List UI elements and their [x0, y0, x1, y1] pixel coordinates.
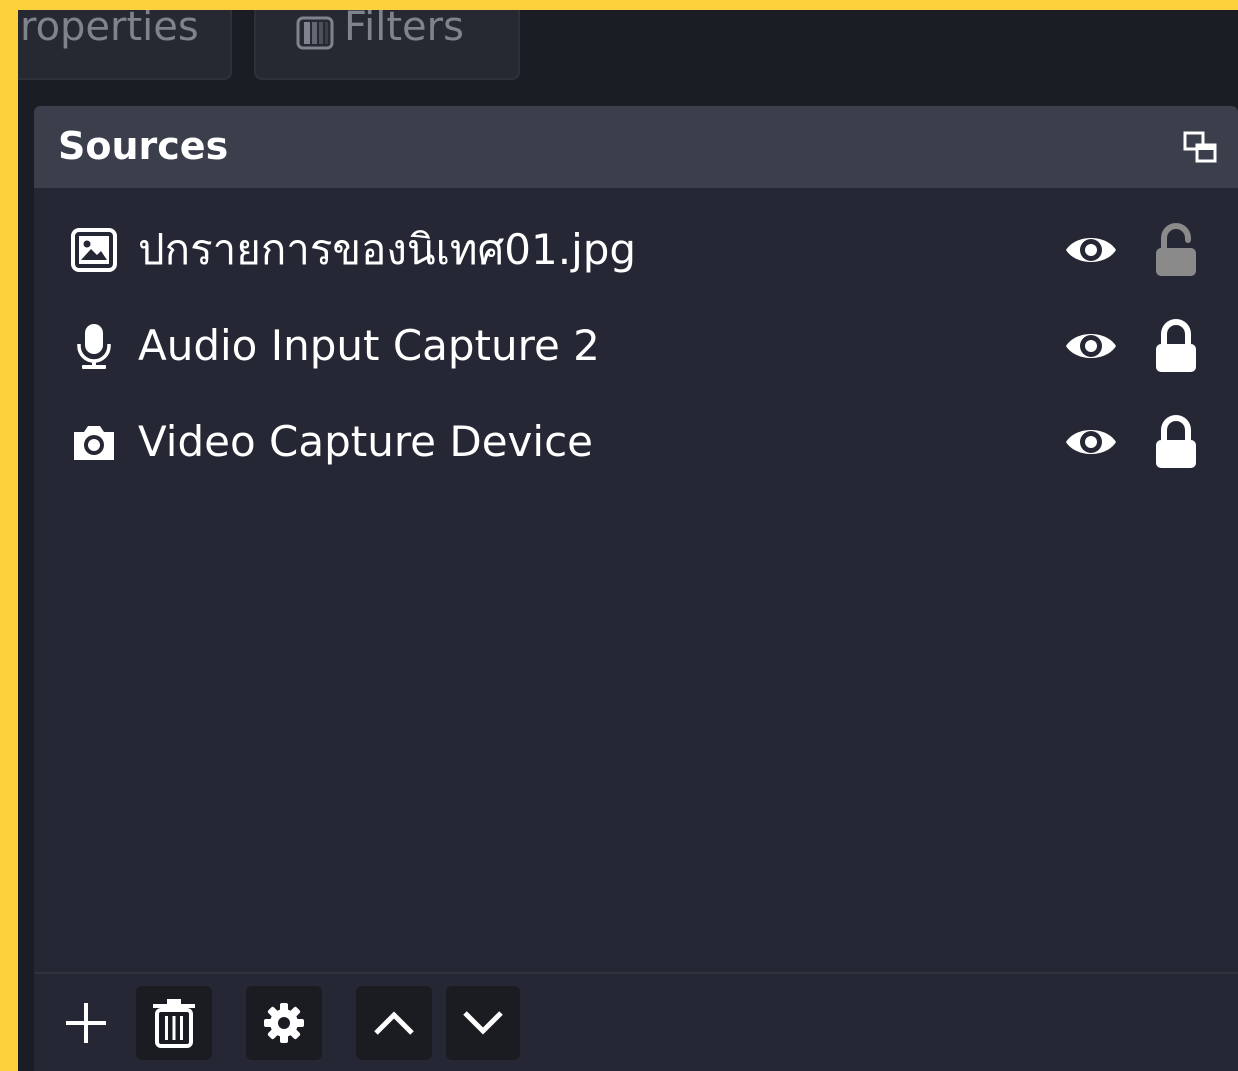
- filter-icon: [296, 16, 334, 50]
- source-row[interactable]: Audio Input Capture 2: [34, 298, 1238, 394]
- source-row[interactable]: Video Capture Device: [34, 394, 1238, 490]
- microphone-icon: [77, 324, 111, 369]
- plus-icon: [66, 1003, 106, 1043]
- camera-icon: [74, 426, 114, 460]
- source-name: Audio Input Capture 2: [138, 321, 600, 370]
- move-down-button[interactable]: [446, 986, 520, 1060]
- lock-icon[interactable]: [1154, 318, 1198, 374]
- sources-dock: Sources ปกรายการของนิเทศ01.jpg Audio Inp…: [34, 106, 1238, 1071]
- move-up-button[interactable]: [356, 986, 432, 1060]
- dock-header: Sources: [34, 106, 1238, 188]
- source-properties-button[interactable]: [246, 986, 322, 1060]
- chevron-down-icon: [463, 1011, 503, 1035]
- source-name: ปกรายการของนิเทศ01.jpg: [138, 225, 637, 274]
- trash-icon: [153, 999, 195, 1048]
- eye-icon[interactable]: [1064, 228, 1118, 272]
- unlock-icon[interactable]: [1154, 222, 1198, 278]
- remove-source-button[interactable]: [136, 986, 212, 1060]
- tab-properties[interactable]: roperties: [18, 10, 232, 80]
- obs-window: roperties Filters Sources ปกรายการของนิเ…: [18, 10, 1238, 1071]
- sources-list: ปกรายการของนิเทศ01.jpg Audio Input Captu…: [34, 202, 1238, 490]
- eye-icon[interactable]: [1064, 420, 1118, 464]
- tab-filters-label: Filters: [344, 10, 464, 50]
- dock-title: Sources: [58, 124, 229, 168]
- gear-icon: [264, 1003, 304, 1043]
- undock-icon[interactable]: [1182, 130, 1218, 166]
- chevron-up-icon: [374, 1011, 414, 1035]
- tab-properties-label: roperties: [20, 10, 199, 50]
- image-icon: [71, 228, 117, 272]
- lock-icon[interactable]: [1154, 414, 1198, 470]
- tab-filters[interactable]: Filters: [254, 10, 520, 80]
- source-row[interactable]: ปกรายการของนิเทศ01.jpg: [34, 202, 1238, 298]
- source-name: Video Capture Device: [138, 417, 594, 466]
- add-source-button[interactable]: [48, 986, 124, 1060]
- toolbar-divider: [34, 972, 1238, 974]
- eye-icon[interactable]: [1064, 324, 1118, 368]
